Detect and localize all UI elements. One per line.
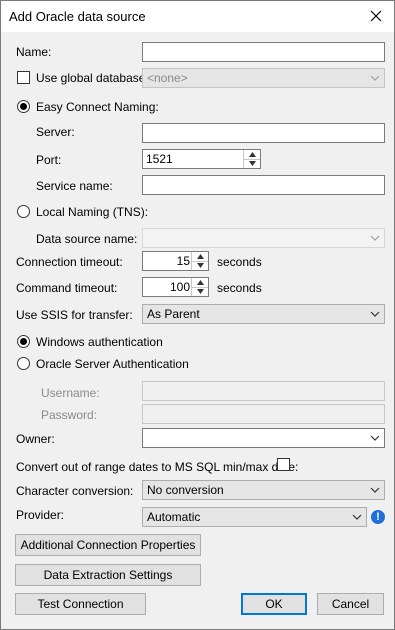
port-spinner[interactable]: 1521	[142, 149, 261, 169]
connection-timeout-spinner[interactable]: 15	[142, 251, 209, 271]
window-title: Add Oracle data source	[9, 9, 146, 24]
port-spin-buttons	[243, 150, 260, 168]
provider-value: Automatic	[147, 510, 201, 524]
username-input[interactable]	[142, 381, 385, 401]
server-label: Server:	[36, 125, 75, 139]
service-name-label: Service name:	[36, 179, 113, 193]
use-global-database-checkbox[interactable]	[17, 71, 30, 84]
chevron-down-icon	[370, 235, 380, 241]
title-bar: Add Oracle data source	[1, 1, 394, 32]
use-ssis-value: As Parent	[147, 307, 200, 321]
add-oracle-data-source-dialog: Add Oracle data source Name: Use global …	[0, 0, 395, 630]
local-naming-label: Local Naming (TNS):	[36, 205, 149, 219]
command-timeout-value: 100	[169, 280, 190, 294]
oracle-auth-label: Oracle Server Authentication	[36, 357, 189, 371]
arrow-up-icon	[196, 280, 204, 285]
windows-auth-label: Windows authentication	[36, 335, 163, 349]
command-timeout-spin-buttons	[191, 278, 208, 296]
server-input[interactable]	[142, 123, 385, 143]
command-timeout-spin-down[interactable]	[192, 287, 208, 296]
name-label: Name:	[16, 45, 52, 59]
convert-dates-label: Convert out of range dates to MS SQL min…	[16, 460, 299, 474]
cancel-button[interactable]: Cancel	[317, 593, 384, 615]
test-connection-button[interactable]: Test Connection	[15, 593, 146, 615]
provider-select[interactable]: Automatic	[142, 507, 367, 527]
port-value: 1521	[146, 152, 173, 166]
character-conversion-select[interactable]: No conversion	[142, 480, 385, 500]
data-source-name-select[interactable]	[142, 228, 385, 248]
provider-label: Provider:	[16, 508, 65, 522]
use-ssis-select[interactable]: As Parent	[142, 304, 385, 324]
oracle-auth-radio[interactable]	[17, 357, 30, 370]
service-name-input[interactable]	[142, 175, 385, 195]
character-conversion-value: No conversion	[147, 483, 224, 497]
info-icon[interactable]: !	[371, 510, 385, 524]
arrow-down-icon	[196, 289, 204, 294]
use-global-database-label: Use global database:	[36, 71, 149, 85]
password-input[interactable]	[142, 404, 385, 424]
convert-dates-checkbox[interactable]	[277, 458, 290, 471]
easy-connect-label: Easy Connect Naming:	[36, 100, 159, 114]
ok-button[interactable]: OK	[241, 593, 307, 615]
easy-connect-radio[interactable]	[17, 100, 30, 113]
chevron-down-icon	[370, 311, 380, 317]
port-label: Port:	[36, 153, 62, 167]
password-label: Password:	[41, 408, 98, 422]
chevron-down-icon	[370, 435, 380, 441]
arrow-up-icon	[196, 254, 204, 259]
command-timeout-label: Command timeout:	[16, 281, 118, 295]
character-conversion-label: Character conversion:	[16, 484, 134, 498]
connection-timeout-spin-down[interactable]	[192, 261, 208, 270]
chevron-down-icon	[370, 487, 380, 493]
chevron-down-icon	[352, 514, 362, 520]
arrow-down-icon	[248, 161, 256, 166]
windows-auth-radio[interactable]	[17, 335, 30, 348]
connection-timeout-value: 15	[176, 254, 190, 268]
data-extraction-settings-button[interactable]: Data Extraction Settings	[15, 564, 201, 586]
close-button[interactable]	[362, 3, 390, 29]
additional-connection-properties-button[interactable]: Additional Connection Properties	[15, 534, 201, 556]
command-timeout-spinner[interactable]: 100	[142, 277, 209, 297]
local-naming-radio[interactable]	[17, 205, 30, 218]
arrow-down-icon	[196, 263, 204, 268]
chevron-down-icon	[370, 75, 380, 81]
close-icon	[370, 10, 382, 22]
global-database-select[interactable]: <none>	[142, 68, 385, 88]
owner-label: Owner:	[16, 432, 55, 446]
use-ssis-label: Use SSIS for transfer:	[16, 308, 133, 322]
username-label: Username:	[41, 386, 100, 400]
data-source-name-label: Data source name:	[36, 232, 138, 246]
connection-timeout-label: Connection timeout:	[16, 255, 123, 269]
connection-timeout-spin-buttons	[191, 252, 208, 270]
connection-timeout-unit: seconds	[217, 255, 262, 269]
arrow-up-icon	[248, 152, 256, 157]
global-database-value: <none>	[147, 71, 188, 85]
name-input[interactable]	[142, 42, 385, 62]
port-spin-down[interactable]	[244, 159, 260, 168]
command-timeout-unit: seconds	[217, 281, 262, 295]
owner-select[interactable]	[142, 428, 385, 448]
